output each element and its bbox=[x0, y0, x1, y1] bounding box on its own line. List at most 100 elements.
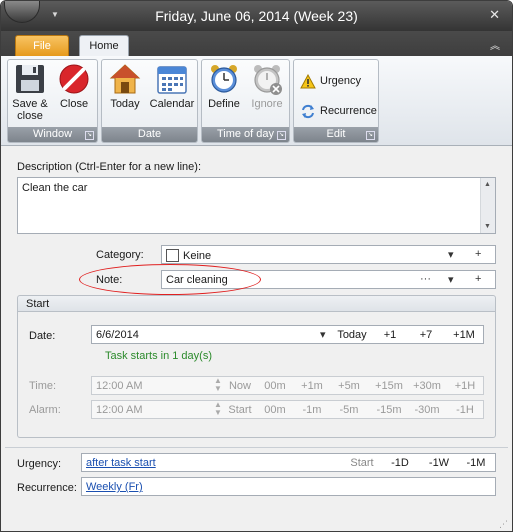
recurrence-button-label: Recurrence bbox=[320, 105, 377, 117]
alarm-value: 12:00 AM bbox=[96, 404, 143, 416]
category-select[interactable]: Keine ▾ + bbox=[161, 245, 496, 264]
dialog-launcher-icon[interactable]: ↘ bbox=[85, 131, 94, 140]
date-offset-plus-1m[interactable]: +1M bbox=[448, 329, 480, 341]
today-label: Today bbox=[110, 98, 140, 110]
ribbon-group-window: Save & close Close Window ↘ bbox=[7, 59, 98, 143]
category-value-wrap: Keine bbox=[166, 249, 211, 262]
scroll-up-icon[interactable]: ▲ bbox=[484, 181, 491, 188]
alarm-label: Alarm: bbox=[29, 404, 61, 416]
time-offset-plus-30m[interactable]: +30m bbox=[409, 380, 445, 392]
urgency-button[interactable]: Urgency bbox=[300, 70, 361, 92]
urgency-offset-minus-1m[interactable]: -1M bbox=[460, 457, 492, 469]
ribbon-group-edit: Urgency Recurrence Edit ↘ bbox=[293, 59, 379, 143]
date-dropdown-icon[interactable]: ▾ bbox=[320, 328, 326, 341]
date-offset-plus-1[interactable]: +1 bbox=[377, 329, 403, 341]
scroll-down-icon[interactable]: ▼ bbox=[484, 223, 491, 230]
resize-grip-icon[interactable]: ⋰ bbox=[499, 519, 508, 530]
time-offset-plus-1h[interactable]: +1H bbox=[449, 380, 481, 392]
minimize-ribbon-icon[interactable]: ︽ bbox=[490, 37, 500, 52]
category-value: Keine bbox=[183, 250, 212, 262]
warning-icon bbox=[300, 73, 316, 89]
recurrence-icon bbox=[302, 104, 314, 118]
category-label: Category: bbox=[96, 249, 144, 261]
urgency-field[interactable]: after task start Start -1D -1W -1M bbox=[81, 453, 496, 472]
section-divider bbox=[5, 447, 508, 448]
note-ellipsis-icon[interactable]: ··· bbox=[420, 273, 431, 285]
description-text: Clean the car bbox=[22, 182, 88, 194]
today-button[interactable]: Today bbox=[106, 62, 144, 110]
ribbon-tab-row: File Home ︽ bbox=[1, 31, 512, 57]
task-form: Description (Ctrl-Enter for a new line):… bbox=[1, 147, 512, 531]
urgency-offset-minus-1w[interactable]: -1W bbox=[424, 457, 454, 469]
dialog-launcher-icon[interactable]: ↘ bbox=[277, 131, 286, 140]
calendar-icon bbox=[157, 66, 187, 94]
category-dropdown-icon[interactable]: ▾ bbox=[448, 248, 454, 261]
task-start-info: Task starts in 1 day(s) bbox=[105, 350, 212, 362]
close-window-icon[interactable]: ✕ bbox=[489, 7, 500, 23]
time-offset-plus-1m[interactable]: +1m bbox=[297, 380, 327, 392]
recurrence-label: Recurrence: bbox=[17, 482, 77, 494]
alarm-offset-00m[interactable]: 00m bbox=[259, 404, 291, 416]
time-offset-now[interactable]: Now bbox=[225, 380, 255, 392]
urgency-offset-start[interactable]: Start bbox=[347, 457, 377, 469]
define-label: Define bbox=[208, 98, 240, 110]
alarm-offset-minus-1h[interactable]: -1H bbox=[449, 404, 481, 416]
ribbon-group-date: Today Calendar Date bbox=[101, 59, 198, 143]
group-label-window: Window bbox=[8, 127, 97, 142]
alarm-offset-start[interactable]: Start bbox=[223, 404, 257, 416]
ribbon-group-time-of-day: Define Ignore Time of day ↘ bbox=[201, 59, 290, 143]
group-label-edit-text: Edit bbox=[326, 128, 346, 140]
time-input[interactable]: 12:00 AM ▲ ▼ Now 00m +1m +5m +15m +30m +1… bbox=[91, 376, 484, 395]
define-time-button[interactable]: Define bbox=[204, 62, 244, 110]
group-label-window-text: Window bbox=[32, 128, 73, 140]
ignore-time-button[interactable]: Ignore bbox=[247, 62, 287, 110]
recurrence-button[interactable]: Recurrence bbox=[300, 100, 377, 122]
time-offset-plus-15m[interactable]: +15m bbox=[371, 380, 407, 392]
save-and-close-label-1: Save & bbox=[12, 98, 48, 110]
category-color-swatch bbox=[166, 249, 179, 262]
recurrence-field[interactable]: Weekly (Fr) bbox=[81, 477, 496, 496]
group-label-date: Date bbox=[102, 127, 197, 142]
ribbon: Save & close Close Window ↘ Today Calend… bbox=[1, 56, 512, 146]
alarm-input[interactable]: 12:00 AM ▲ ▼ Start 00m -1m -5m -15m -30m … bbox=[91, 400, 484, 419]
close-button[interactable]: Close bbox=[54, 62, 94, 110]
recurrence-value-link[interactable]: Weekly (Fr) bbox=[86, 481, 143, 493]
ignore-label: Ignore bbox=[251, 98, 283, 110]
note-dropdown-icon[interactable]: ▾ bbox=[448, 273, 454, 286]
floppy-disk-icon bbox=[16, 65, 44, 93]
description-scrollbar[interactable]: ▲ ▼ bbox=[480, 178, 495, 233]
category-add-icon[interactable]: + bbox=[475, 248, 481, 260]
window-title: Friday, June 06, 2014 (Week 23) bbox=[155, 8, 358, 24]
title-bar: ▼ Friday, June 06, 2014 (Week 23) ✕ bbox=[1, 1, 512, 31]
calendar-button[interactable]: Calendar bbox=[148, 62, 196, 110]
save-and-close-button[interactable]: Save & close bbox=[10, 62, 50, 122]
tab-home[interactable]: Home bbox=[79, 35, 129, 57]
date-label: Date: bbox=[29, 330, 56, 342]
time-offset-00m[interactable]: 00m bbox=[259, 380, 291, 392]
note-add-icon[interactable]: + bbox=[475, 273, 481, 285]
house-icon bbox=[109, 64, 141, 94]
group-label-time-of-day: Time of day bbox=[202, 127, 289, 142]
tab-file[interactable]: File bbox=[15, 35, 69, 56]
date-offset-plus-7[interactable]: +7 bbox=[414, 329, 438, 341]
description-textarea[interactable]: Clean the car ▲ ▼ bbox=[17, 177, 496, 234]
time-offset-plus-5m[interactable]: +5m bbox=[332, 380, 366, 392]
date-input[interactable]: 6/6/2014 ▾ Today +1 +7 +1M bbox=[91, 325, 484, 344]
date-offset-today[interactable]: Today bbox=[335, 329, 369, 341]
calendar-label: Calendar bbox=[149, 98, 195, 110]
alarm-offset-minus-1m[interactable]: -1m bbox=[297, 404, 327, 416]
alarm-clock-icon bbox=[211, 65, 237, 93]
start-section-header: Start bbox=[17, 295, 496, 312]
dialog-launcher-icon[interactable]: ↘ bbox=[366, 131, 375, 140]
no-entry-icon bbox=[59, 64, 89, 94]
time-spinner-icon[interactable]: ▲ ▼ bbox=[214, 377, 222, 393]
alarm-spinner-icon[interactable]: ▲ ▼ bbox=[214, 401, 222, 417]
alarm-offset-minus-30m[interactable]: -30m bbox=[409, 404, 445, 416]
time-value: 12:00 AM bbox=[96, 380, 143, 392]
alarm-offset-minus-15m[interactable]: -15m bbox=[371, 404, 407, 416]
description-label: Description (Ctrl-Enter for a new line): bbox=[17, 161, 202, 173]
task-window: ▼ Friday, June 06, 2014 (Week 23) ✕ File… bbox=[0, 0, 513, 532]
urgency-value-link[interactable]: after task start bbox=[86, 457, 156, 469]
urgency-offset-minus-1d[interactable]: -1D bbox=[386, 457, 414, 469]
alarm-offset-minus-5m[interactable]: -5m bbox=[332, 404, 366, 416]
